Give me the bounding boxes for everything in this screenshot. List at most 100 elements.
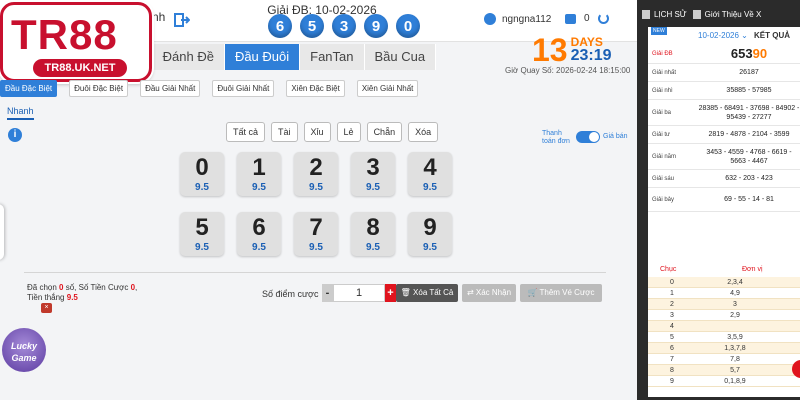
tens-digit: 3 [670, 311, 674, 319]
win-label: Tiền thắng [27, 293, 65, 302]
quick-select-button[interactable]: Tất cả [226, 122, 266, 142]
result-date-select[interactable]: 10-02-2026 ⌄ [698, 31, 748, 40]
digit-button[interactable]: 5 9.5 [180, 212, 224, 256]
new-badge: NEW [651, 27, 667, 35]
prize-row: Giải bảy 69 - 55 - 14 - 81 [648, 188, 800, 212]
digit-rate: 9.5 [195, 182, 209, 193]
units-header: Đơn vị [742, 266, 763, 273]
clear-all-label: Xóa Tất Cả [413, 288, 454, 297]
result-ball: 5 [300, 14, 324, 38]
tab-intro[interactable]: Giới Thiệu Về X [692, 9, 761, 19]
selected-count: 0 [59, 283, 64, 292]
digit-number: 1 [252, 154, 266, 181]
digit-button[interactable]: 1 9.5 [237, 152, 281, 196]
result-ball: 0 [396, 14, 420, 38]
confirm-button[interactable]: ⇄ Xác Nhận [462, 284, 516, 302]
prize-row: Giải nhất 26187 [648, 64, 800, 82]
user-icon [484, 13, 496, 25]
digit-button[interactable]: 8 9.5 [351, 212, 395, 256]
units-digits: 7,8 [730, 355, 740, 363]
prize-label: Giải ba [652, 109, 672, 116]
prize-value: 65390 [698, 47, 800, 60]
quick-select-button[interactable]: Chẵn [366, 122, 403, 142]
digit-button[interactable]: 9 9.5 [408, 212, 452, 256]
digit-button[interactable]: 7 9.5 [294, 212, 338, 256]
tab-game[interactable]: FanTan [300, 44, 365, 70]
info-icon[interactable]: i [8, 128, 22, 142]
prize-row: Giải ba 28385 - 68491 - 37698 - 84902 - 9… [648, 100, 800, 126]
refresh-icon[interactable] [598, 13, 609, 24]
digit-rate: 9.5 [366, 182, 380, 193]
table-row: 1 4,9 [648, 288, 800, 299]
quick-select-button[interactable]: Tài [271, 122, 298, 142]
digit-number: 4 [423, 154, 437, 181]
table-row: 3 2,9 [648, 310, 800, 321]
side-handle[interactable] [0, 204, 4, 260]
subtab-bet-type[interactable]: Đầu Giải Nhất [140, 80, 201, 97]
results-title: KẾT QUẢ [754, 31, 790, 40]
countdown-time: 23:19 [570, 47, 612, 64]
digit-button[interactable]: 0 9.5 [180, 152, 224, 196]
subtab-bet-type[interactable]: Xiên Đặc Biệt [286, 80, 345, 97]
wallet-balance: 0 [584, 13, 590, 24]
digit-rate: 9.5 [195, 242, 209, 253]
add-ticket-label: Thêm Vé Cược [539, 288, 595, 297]
prize-value: 26187 [739, 69, 759, 76]
increment-button[interactable]: + [385, 284, 396, 302]
divider [24, 272, 606, 273]
table-row: 23 [648, 299, 800, 310]
decrement-button[interactable]: - [322, 284, 333, 302]
bet-points-input[interactable]: 1 [333, 284, 385, 302]
units-digits: 2,9 [730, 311, 740, 319]
digit-number: 2 [309, 154, 323, 181]
prize-row: Giải nhì 35885 - 57985 [648, 82, 800, 100]
prize-row: Giải sáu 632 - 203 - 423 [648, 170, 800, 188]
prize-label: Giải năm [652, 153, 677, 160]
digit-number: 8 [366, 214, 380, 241]
digit-grid: 0 9.5 1 9.5 2 9.5 3 9.5 4 9.5 5 9.5 6 9.5 7 9.5 8 9.5 9 9.5 [180, 152, 452, 256]
tab-game[interactable]: Bầu Cua [364, 44, 437, 70]
quick-select-button[interactable]: Lẻ [336, 122, 361, 142]
tens-digit: 8 [670, 366, 674, 374]
payment-toggle[interactable] [576, 131, 600, 143]
tens-digit: 7 [670, 355, 674, 363]
tab-nhanh[interactable]: Nhanh [7, 106, 34, 120]
tab-game[interactable]: Đánh Đề [152, 44, 225, 70]
units-digits: 1,3,7,8 [724, 344, 746, 352]
tab-game[interactable]: Đầu Đuôi [224, 44, 301, 70]
logout-icon[interactable] [174, 12, 191, 28]
subtab-bet-type[interactable]: Đuôi Đặc Biệt [69, 80, 129, 97]
prize-value: 632 - 203 - 423 [725, 175, 773, 182]
chevron-down-icon: ⌄ [741, 31, 748, 40]
quick-select-button[interactable]: Xóa [408, 122, 439, 142]
digit-button[interactable]: 6 9.5 [237, 212, 281, 256]
brand-logo: TR88 TR88.UK.NET [0, 2, 152, 82]
subtab-bet-type[interactable]: Đuôi Giải Nhất [212, 80, 275, 97]
bet-type-tabs: Đầu Đặc Biệt Đuôi Đặc Biệt Đầu Giải Nhất Đu… [0, 80, 419, 97]
tens-header: Chục [660, 266, 677, 273]
digit-button[interactable]: 3 9.5 [351, 152, 395, 196]
add-ticket-button[interactable]: 🛒 Thêm Vé Cược [520, 284, 602, 302]
close-icon[interactable]: × [41, 303, 52, 313]
digit-rate: 9.5 [366, 242, 380, 253]
table-row: 0 2,3,4 [648, 277, 800, 288]
price-label: Giá bán [603, 133, 628, 140]
tab-history[interactable]: LỊCH SỬ [642, 9, 687, 19]
digit-button[interactable]: 4 9.5 [408, 152, 452, 196]
quick-select-button[interactable]: Xỉu [303, 122, 331, 142]
user-info[interactable]: ngngna112 [484, 13, 551, 25]
digit-button[interactable]: 2 9.5 [294, 152, 338, 196]
result-ball: 6 [268, 14, 292, 38]
tens-digit: 4 [670, 322, 674, 330]
prize-row-db: Giải ĐB 65390 [648, 44, 800, 64]
subtab-bet-type[interactable]: Đầu Đặc Biệt [0, 80, 58, 97]
table-row: 4 [648, 321, 800, 332]
units-digits: 3,5,9 [727, 333, 743, 341]
tab-history-label: LỊCH SỬ [654, 9, 687, 19]
clear-all-button[interactable]: 🗑 Xóa Tất Cả [396, 284, 458, 302]
table-row: 7 7,8 [648, 354, 800, 365]
prize-label: Giải tư [652, 131, 671, 138]
subtab-bet-type[interactable]: Xiên Giải Nhất [356, 80, 419, 97]
book-icon [692, 9, 701, 19]
table-row: 5 3,5,9 [648, 332, 800, 343]
